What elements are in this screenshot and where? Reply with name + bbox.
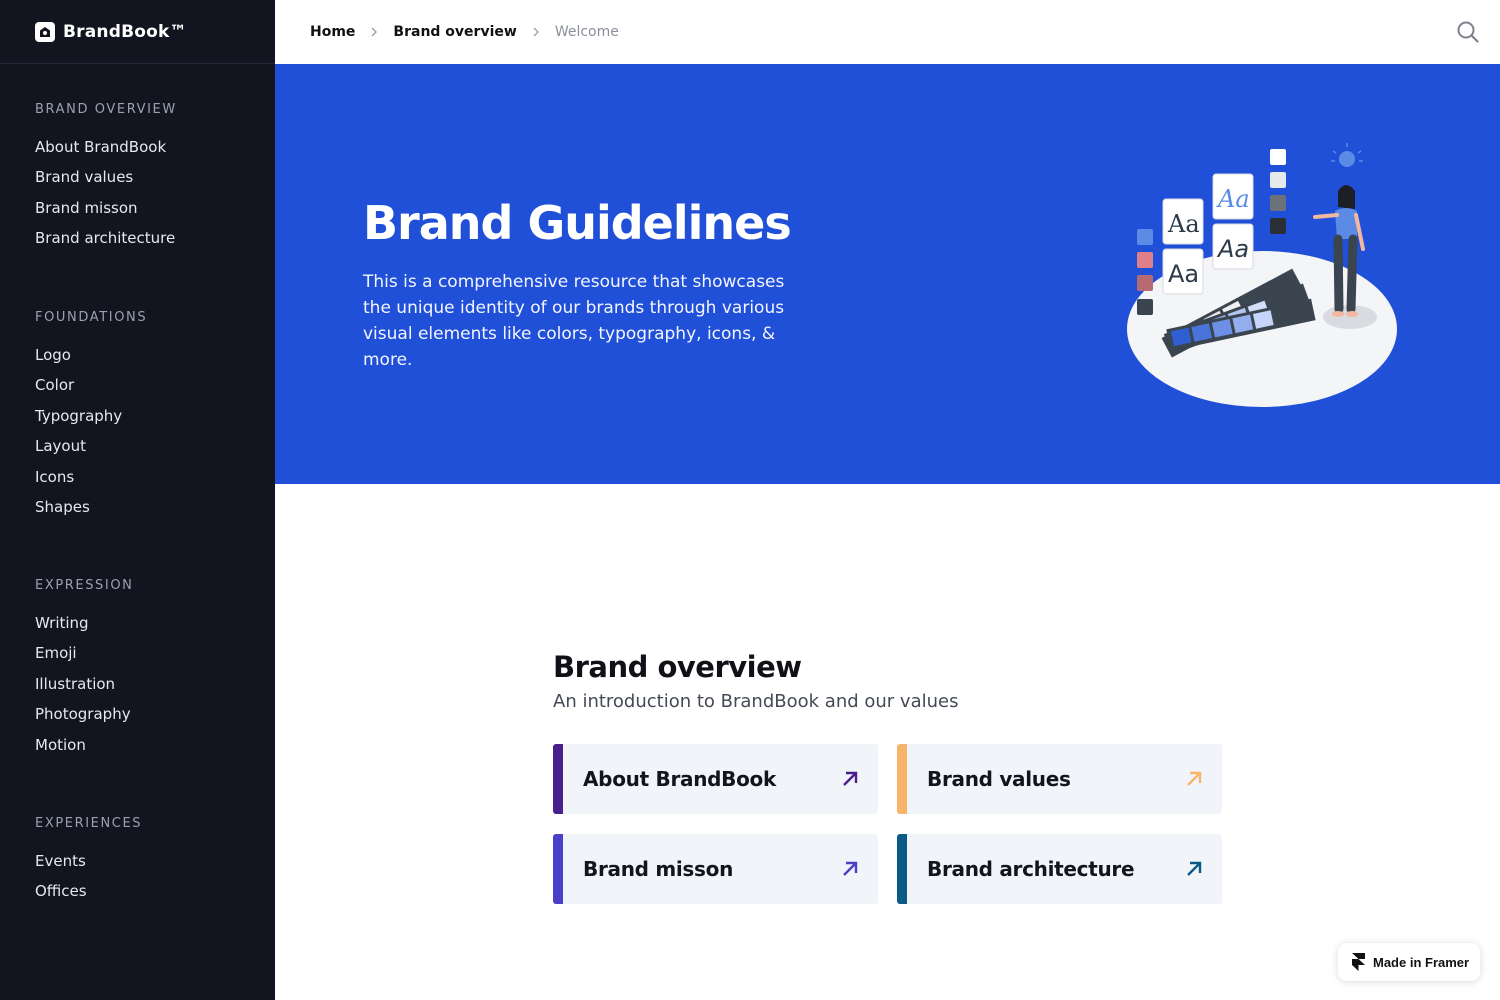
card-about-brandbook[interactable]: About BrandBook bbox=[553, 744, 878, 814]
card-label: Brand values bbox=[927, 767, 1071, 791]
card-label: Brand architecture bbox=[927, 857, 1135, 881]
card-accent-bar bbox=[553, 834, 563, 904]
chevron-right-icon bbox=[531, 27, 541, 37]
sidebar-item-icons[interactable]: Icons bbox=[35, 466, 147, 496]
arrow-up-right-icon bbox=[1187, 861, 1202, 876]
nav-heading: EXPRESSION bbox=[35, 578, 134, 593]
hero-title: Brand Guidelines bbox=[363, 196, 792, 250]
brand-guidelines-illustration: Aa Aa Aa Aa bbox=[1127, 143, 1397, 407]
sidebar: BrandBook™ BRAND OVERVIEW About BrandBoo… bbox=[0, 0, 275, 1000]
card-brand-values[interactable]: Brand values bbox=[897, 744, 1222, 814]
arrow-up-right-icon bbox=[843, 771, 858, 786]
sidebar-item-events[interactable]: Events bbox=[35, 850, 142, 880]
card-accent-bar bbox=[553, 744, 563, 814]
arrow-up-right-icon bbox=[1187, 771, 1202, 786]
sidebar-item-illustration[interactable]: Illustration bbox=[35, 673, 134, 703]
nav-heading: EXPERIENCES bbox=[35, 816, 143, 831]
sidebar-item-motion[interactable]: Motion bbox=[35, 734, 134, 764]
sidebar-item-typography[interactable]: Typography bbox=[35, 405, 147, 435]
chevron-right-icon bbox=[369, 27, 379, 37]
search-icon[interactable] bbox=[1456, 20, 1480, 44]
card-accent-bar bbox=[897, 834, 907, 904]
breadcrumb-home[interactable]: Home bbox=[310, 24, 355, 40]
made-in-framer-badge[interactable]: Made in Framer bbox=[1338, 943, 1480, 981]
nav-heading: FOUNDATIONS bbox=[35, 310, 148, 325]
nav-section-brand-overview: BRAND OVERVIEW About BrandBook Brand val… bbox=[35, 102, 177, 258]
badge-label: Made in Framer bbox=[1373, 954, 1470, 970]
svg-text:Aa: Aa bbox=[1167, 210, 1200, 238]
card-label: Brand misson bbox=[583, 857, 734, 881]
brand-logo-icon bbox=[35, 21, 55, 42]
breadcrumb: Home Brand overview Welcome bbox=[310, 24, 619, 40]
breadcrumb-section[interactable]: Brand overview bbox=[393, 24, 516, 40]
card-brand-architecture[interactable]: Brand architecture bbox=[897, 834, 1222, 904]
sidebar-item-brand-values[interactable]: Brand values bbox=[35, 166, 177, 196]
nav-section-experiences: EXPERIENCES Events Offices bbox=[35, 816, 142, 911]
sidebar-item-emoji[interactable]: Emoji bbox=[35, 642, 134, 672]
sidebar-item-color[interactable]: Color bbox=[35, 374, 147, 404]
sidebar-item-about-brandbook[interactable]: About BrandBook bbox=[35, 136, 177, 166]
card-brand-misson[interactable]: Brand misson bbox=[553, 834, 878, 904]
sidebar-item-brand-architecture[interactable]: Brand architecture bbox=[35, 227, 177, 257]
sidebar-item-logo[interactable]: Logo bbox=[35, 344, 147, 374]
svg-text:Aa: Aa bbox=[1168, 260, 1199, 288]
sidebar-item-photography[interactable]: Photography bbox=[35, 703, 134, 733]
hero-banner: Brand Guidelines This is a comprehensive… bbox=[275, 64, 1500, 484]
sidebar-item-brand-misson[interactable]: Brand misson bbox=[35, 197, 177, 227]
nav-heading: BRAND OVERVIEW bbox=[35, 102, 177, 117]
card-accent-bar bbox=[897, 744, 907, 814]
sidebar-item-writing[interactable]: Writing bbox=[35, 612, 134, 642]
overview-subtitle: An introduction to BrandBook and our val… bbox=[553, 691, 959, 712]
nav-section-expression: EXPRESSION Writing Emoji Illustration Ph… bbox=[35, 578, 134, 764]
sidebar-item-offices[interactable]: Offices bbox=[35, 880, 142, 910]
svg-text:Aa: Aa bbox=[1216, 185, 1250, 213]
brand-name: BrandBook™ bbox=[63, 21, 187, 42]
overview-title: Brand overview bbox=[553, 650, 802, 684]
sidebar-item-shapes[interactable]: Shapes bbox=[35, 496, 147, 526]
top-bar: Home Brand overview Welcome bbox=[275, 0, 1500, 64]
nav-section-foundations: FOUNDATIONS Logo Color Typography Layout… bbox=[35, 310, 147, 526]
card-label: About BrandBook bbox=[583, 767, 776, 791]
sidebar-item-layout[interactable]: Layout bbox=[35, 435, 147, 465]
hero-description: This is a comprehensive resource that sh… bbox=[363, 272, 785, 370]
brand-header[interactable]: BrandBook™ bbox=[0, 0, 275, 64]
svg-text:Aa: Aa bbox=[1216, 235, 1249, 263]
arrow-up-right-icon bbox=[843, 861, 858, 876]
framer-logo-icon bbox=[1352, 953, 1365, 971]
breadcrumb-current: Welcome bbox=[554, 24, 619, 40]
